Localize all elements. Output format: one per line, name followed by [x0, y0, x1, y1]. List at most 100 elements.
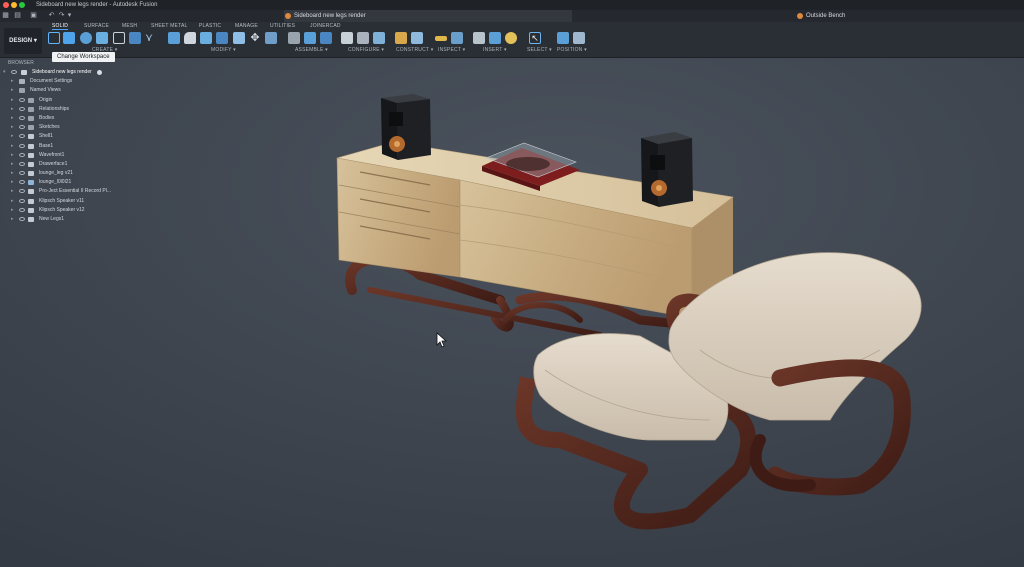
visibility-icon[interactable]: [11, 70, 17, 74]
file-menu-icon[interactable]: ▤: [14, 12, 21, 19]
browser-item[interactable]: ▸ lounge_leg v21: [0, 169, 130, 178]
expand-arrow-icon[interactable]: ▸: [11, 206, 16, 215]
browser-item[interactable]: ▸ Document Settings: [0, 77, 130, 86]
joint-icon[interactable]: [304, 32, 316, 44]
expand-arrow-icon[interactable]: ▸: [11, 86, 16, 95]
expand-arrow-icon[interactable]: ▸: [11, 169, 16, 178]
browser-item[interactable]: ▸ New Legs1: [0, 215, 130, 224]
expand-arrow-icon[interactable]: ▸: [11, 197, 16, 206]
measure-icon[interactable]: [435, 36, 447, 41]
browser-item[interactable]: ▸ Shell1: [0, 132, 130, 141]
minimize-window-button[interactable]: [11, 2, 17, 8]
visibility-icon[interactable]: [19, 171, 25, 176]
assemble-menu[interactable]: ASSEMBLE ▾: [295, 47, 328, 53]
split-body-icon[interactable]: [233, 32, 245, 44]
box-icon[interactable]: [129, 32, 141, 44]
expand-arrow-icon[interactable]: ▸: [11, 77, 16, 86]
browser-item[interactable]: ▸ Drawerface1: [0, 160, 130, 169]
visibility-icon[interactable]: [19, 143, 25, 148]
expand-arrow-icon[interactable]: ▸: [11, 215, 16, 224]
browser-item[interactable]: ▸ Relationships: [0, 105, 130, 114]
redo-icon[interactable]: ↷: [58, 12, 65, 19]
visibility-icon[interactable]: [19, 115, 25, 120]
tab-sheet-metal[interactable]: SHEET METAL: [151, 23, 187, 29]
workspace-switcher[interactable]: DESIGN ▾: [4, 28, 42, 54]
design-viewport[interactable]: [0, 58, 1024, 567]
expand-arrow-icon[interactable]: ▸: [11, 132, 16, 141]
browser-item[interactable]: ▸ lounge_l0l0l21: [0, 178, 130, 187]
rectangle-icon[interactable]: [113, 32, 125, 44]
maximize-window-button[interactable]: [19, 2, 25, 8]
combine-icon[interactable]: [216, 32, 228, 44]
visibility-icon[interactable]: [19, 180, 25, 185]
configure-theme-icon[interactable]: [373, 32, 385, 44]
visibility-icon[interactable]: [19, 125, 25, 130]
expand-arrow-icon[interactable]: ▸: [11, 187, 16, 196]
fillet-icon[interactable]: [184, 32, 196, 44]
speaker-right[interactable]: [641, 132, 693, 207]
configure-rule-icon[interactable]: [357, 32, 369, 44]
insert-decal-icon[interactable]: [505, 32, 517, 44]
data-panel-icon[interactable]: ▦: [2, 12, 9, 19]
shell-icon[interactable]: [200, 32, 212, 44]
browser-item[interactable]: ▸ Base1: [0, 142, 130, 151]
pipe-icon[interactable]: ⋎: [145, 32, 157, 44]
move-icon[interactable]: ✥: [249, 32, 261, 44]
expand-arrow-icon[interactable]: ▸: [11, 96, 16, 105]
tab-solid[interactable]: SOLID: [52, 23, 69, 30]
record-icon[interactable]: [97, 70, 102, 75]
expand-arrow-icon[interactable]: ▸: [11, 114, 16, 123]
configure-table-icon[interactable]: [341, 32, 353, 44]
expand-arrow-icon[interactable]: ▸: [11, 105, 16, 114]
browser-item[interactable]: ▸ Wavefront1: [0, 151, 130, 160]
as-built-joint-icon[interactable]: [320, 32, 332, 44]
tab-plastic[interactable]: PLASTIC: [199, 23, 221, 29]
expand-arrow-icon[interactable]: ▸: [11, 160, 16, 169]
redo-dropdown-icon[interactable]: ▾: [66, 12, 73, 19]
speaker-left[interactable]: [381, 94, 431, 160]
position-icon[interactable]: [557, 32, 569, 44]
tab-surface[interactable]: SURFACE: [84, 23, 109, 29]
browser-item[interactable]: ▸ Named Views: [0, 86, 130, 95]
press-pull-icon[interactable]: [168, 32, 180, 44]
align-icon[interactable]: [265, 32, 277, 44]
inspect-menu[interactable]: INSPECT ▾: [438, 47, 465, 53]
collapse-arrow-icon[interactable]: ▾: [3, 68, 8, 77]
visibility-icon[interactable]: [19, 97, 25, 102]
visibility-icon[interactable]: [19, 134, 25, 139]
extrude-icon[interactable]: [80, 32, 92, 44]
visibility-icon[interactable]: [19, 189, 25, 194]
tab-utilities[interactable]: UTILITIES: [270, 23, 295, 29]
browser-root-item[interactable]: ▾ Sideboard new legs render: [0, 68, 130, 77]
insert-derive-icon[interactable]: [473, 32, 485, 44]
construct-menu[interactable]: CONSTRUCT ▾: [396, 47, 433, 53]
tab-outside-bench[interactable]: Outside Bench: [796, 10, 996, 22]
browser-item[interactable]: ▸ Origin: [0, 96, 130, 105]
configure-menu[interactable]: CONFIGURE ▾: [348, 47, 384, 53]
new-sketch-icon[interactable]: [48, 32, 60, 44]
undo-icon[interactable]: ↶: [48, 12, 55, 19]
create-form-icon[interactable]: [63, 32, 75, 44]
select-icon[interactable]: ↖: [529, 32, 541, 44]
close-window-button[interactable]: [3, 2, 9, 8]
browser-item[interactable]: ▸ Bodies: [0, 114, 130, 123]
browser-item[interactable]: ▸ Klipsch Speaker v12: [0, 206, 130, 215]
new-component-icon[interactable]: [288, 32, 300, 44]
expand-arrow-icon[interactable]: ▸: [11, 151, 16, 160]
browser-item[interactable]: ▸ Sketches: [0, 123, 130, 132]
insert-menu[interactable]: INSERT ▾: [483, 47, 507, 53]
browser-item[interactable]: ▸ Pro-Ject Essential II Record Pl...: [0, 187, 130, 196]
tab-joinercad[interactable]: JOINERCAD: [310, 23, 341, 29]
save-icon[interactable]: ▣: [30, 12, 37, 19]
browser-item[interactable]: ▸ Klipsch Speaker v11: [0, 197, 130, 206]
visibility-icon[interactable]: [19, 198, 25, 203]
visibility-icon[interactable]: [19, 106, 25, 111]
offset-plane-icon[interactable]: [395, 32, 407, 44]
tab-mesh[interactable]: MESH: [122, 23, 137, 29]
visibility-icon[interactable]: [19, 217, 25, 221]
expand-arrow-icon[interactable]: ▸: [11, 178, 16, 187]
select-menu[interactable]: SELECT ▾: [527, 47, 552, 53]
expand-arrow-icon[interactable]: ▸: [11, 123, 16, 132]
plane-at-angle-icon[interactable]: [411, 32, 423, 44]
revolve-icon[interactable]: [96, 32, 108, 44]
